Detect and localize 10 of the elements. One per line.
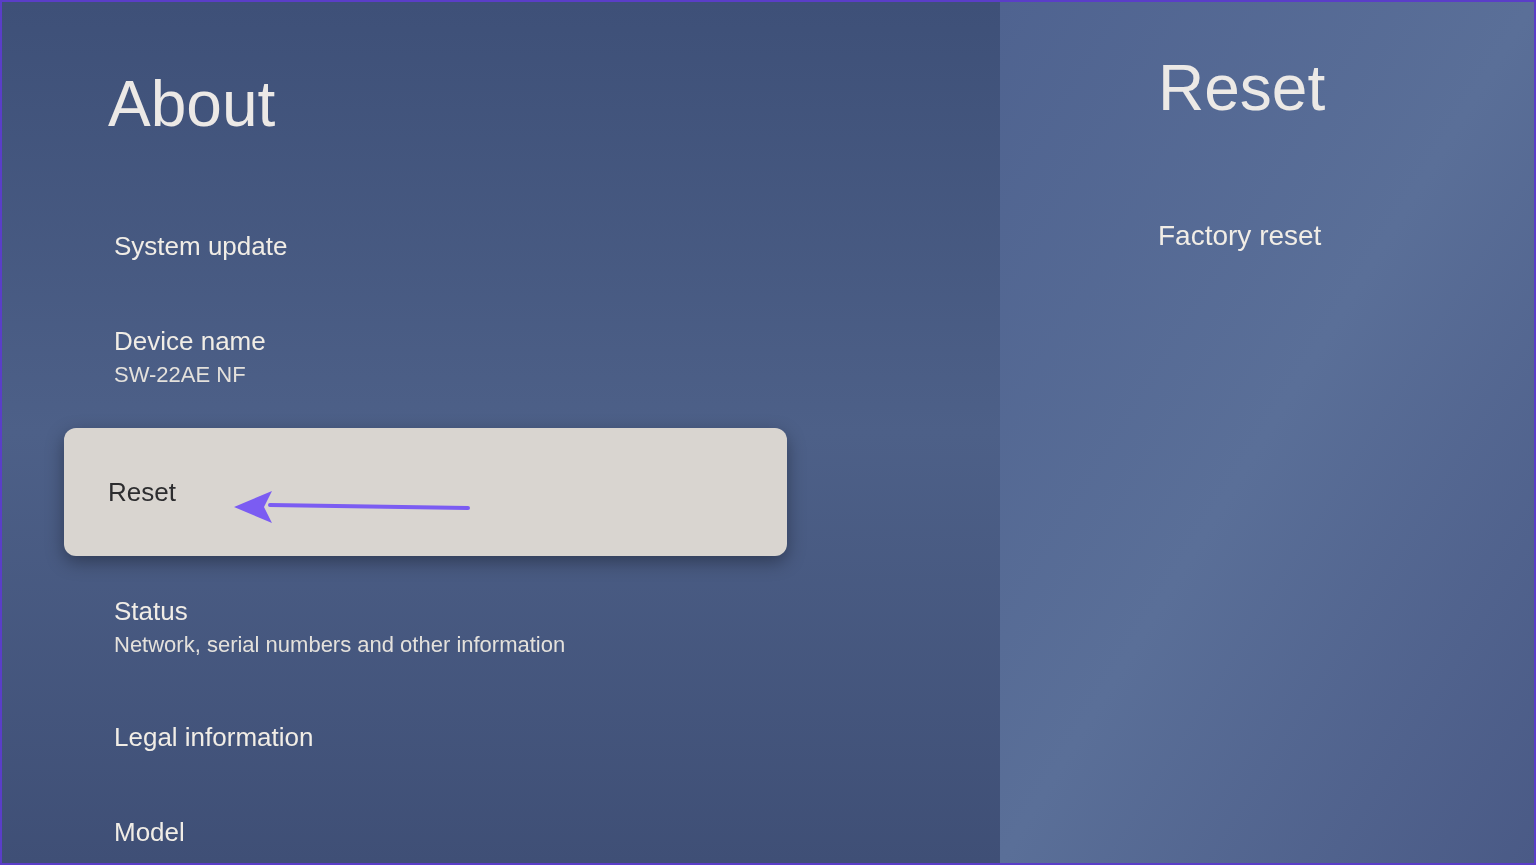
arrow-icon — [234, 490, 470, 524]
page-title: About — [107, 68, 276, 140]
panel-title: Reset — [1158, 52, 1326, 124]
menu-item[interactable]: Device name SW-22AE NF — [114, 326, 266, 388]
menu-item[interactable]: Legal information — [114, 722, 314, 752]
menu-item[interactable]: Reset — [64, 428, 787, 556]
menu-item[interactable]: System update — [114, 231, 288, 261]
menu-item[interactable]: Model — [114, 817, 185, 847]
menu-item[interactable]: Status Network, serial numbers and other information — [114, 596, 566, 658]
menu-item[interactable]: Factory reset — [1158, 220, 1322, 252]
